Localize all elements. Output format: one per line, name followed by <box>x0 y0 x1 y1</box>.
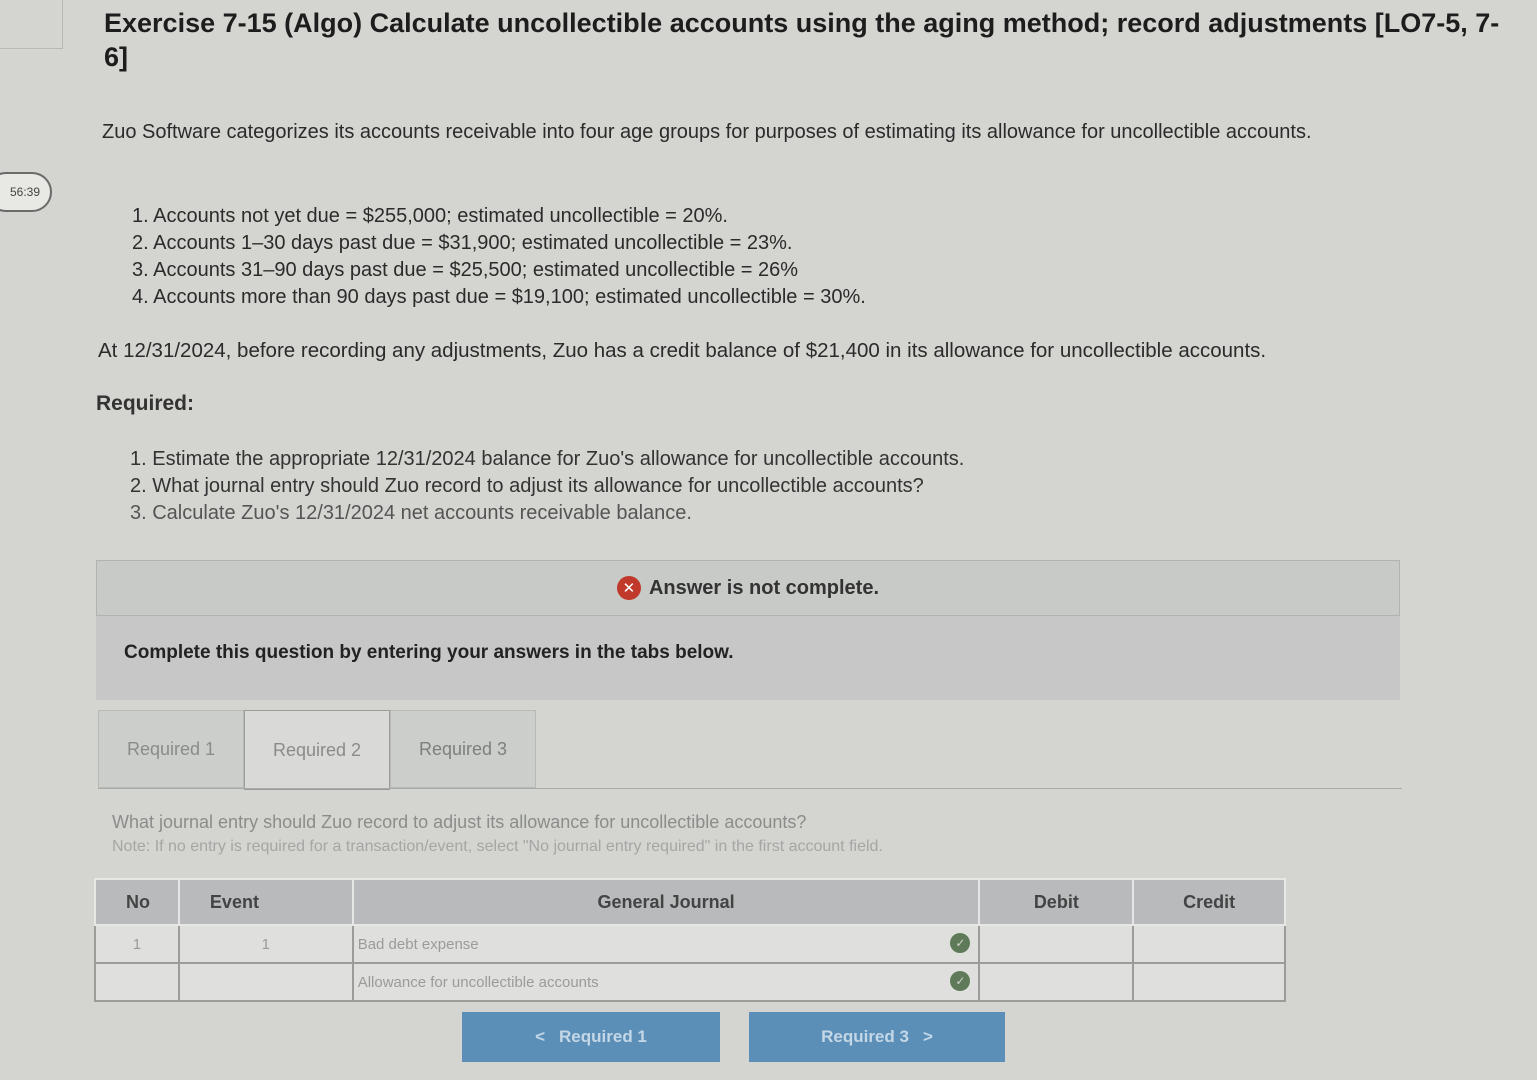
chevron-left-icon: < <box>535 1027 546 1046</box>
tab-question: What journal entry should Zuo record to … <box>112 812 807 832</box>
required-list: 1. Estimate the appropriate 12/31/2024 b… <box>130 446 964 527</box>
col-header-general-journal: General Journal <box>351 878 981 926</box>
account-select[interactable]: Allowance for uncollectible accounts ✓ <box>351 962 981 1002</box>
check-circle-icon: ✓ <box>950 933 971 953</box>
intro-text: Zuo Software categorizes its accounts re… <box>102 121 1312 143</box>
x-circle-icon: ✕ <box>616 576 641 600</box>
event-number: 1 <box>177 924 354 964</box>
exercise-title: Exercise 7-15 (Algo) Calculate uncollect… <box>104 8 1500 72</box>
col-header-event: Event <box>177 878 354 926</box>
entry-number: 1 <box>94 924 180 964</box>
account-select[interactable]: Bad debt expense ✓ <box>351 924 981 964</box>
tab-required-2[interactable]: Required 2 <box>244 710 390 790</box>
journal-row: Allowance for uncollectible accounts ✓ <box>94 962 1286 1002</box>
tab-required-1[interactable]: Required 1 <box>98 710 244 788</box>
required-heading: Required: <box>96 392 195 415</box>
event-number <box>177 962 354 1002</box>
prev-button-label: Required 1 <box>559 1027 647 1046</box>
journal-row: 1 1 Bad debt expense ✓ <box>94 924 1286 964</box>
col-header-no: No <box>94 878 180 926</box>
col-header-credit: Credit <box>1132 878 1286 926</box>
next-button-label: Required 3 <box>821 1027 909 1046</box>
journal-table: No Event General Journal Debit Credit 1 … <box>94 878 1286 1002</box>
age-groups-list: 1. Accounts not yet due = $255,000; esti… <box>132 203 866 311</box>
tab-required-3[interactable]: Required 3 <box>390 710 536 788</box>
prev-required-button[interactable]: < Required 1 <box>462 1012 720 1062</box>
left-frame <box>0 0 63 49</box>
debit-input[interactable] <box>978 924 1135 964</box>
timer-text: 56:39 <box>9 185 40 199</box>
age-group-item: 3. Accounts 31–90 days past due = $25,50… <box>132 259 799 281</box>
age-group-item: 2. Accounts 1–30 days past due = $31,900… <box>132 232 793 254</box>
required-item: 3. Calculate Zuo's 12/31/2024 net accoun… <box>130 502 692 524</box>
age-group-item: 4. Accounts more than 90 days past due =… <box>132 286 866 308</box>
account-value: Bad debt expense <box>357 935 479 953</box>
tab-bar: Required 1 Required 2 Required 3 <box>98 710 536 790</box>
journal-header-row: No Event General Journal Debit Credit <box>94 878 1286 926</box>
entry-number <box>94 962 180 1002</box>
required-item: 1. Estimate the appropriate 12/31/2024 b… <box>130 448 965 470</box>
instructions-panel: Complete this question by entering your … <box>96 616 1400 700</box>
tab-note: Note: If no entry is required for a tran… <box>112 838 883 855</box>
tab-divider <box>98 788 1402 789</box>
timer-badge: 56:39 <box>0 172 52 212</box>
chevron-right-icon: > <box>922 1027 933 1046</box>
credit-input[interactable] <box>1132 962 1286 1002</box>
answer-status-banner: ✕ Answer is not complete. <box>96 560 1400 616</box>
age-group-item: 1. Accounts not yet due = $255,000; esti… <box>132 205 728 227</box>
balance-text: At 12/31/2024, before recording any adju… <box>98 339 1267 362</box>
col-header-debit: Debit <box>978 878 1135 926</box>
credit-input[interactable] <box>1132 924 1286 964</box>
check-circle-icon: ✓ <box>950 971 971 991</box>
required-item: 2. What journal entry should Zuo record … <box>130 475 924 497</box>
debit-input[interactable] <box>978 962 1135 1002</box>
instructions-text: Complete this question by entering your … <box>124 642 734 663</box>
account-value: Allowance for uncollectible accounts <box>357 973 599 991</box>
next-required-button[interactable]: Required 3 > <box>749 1012 1005 1062</box>
answer-status-text: Answer is not complete. <box>648 576 880 599</box>
